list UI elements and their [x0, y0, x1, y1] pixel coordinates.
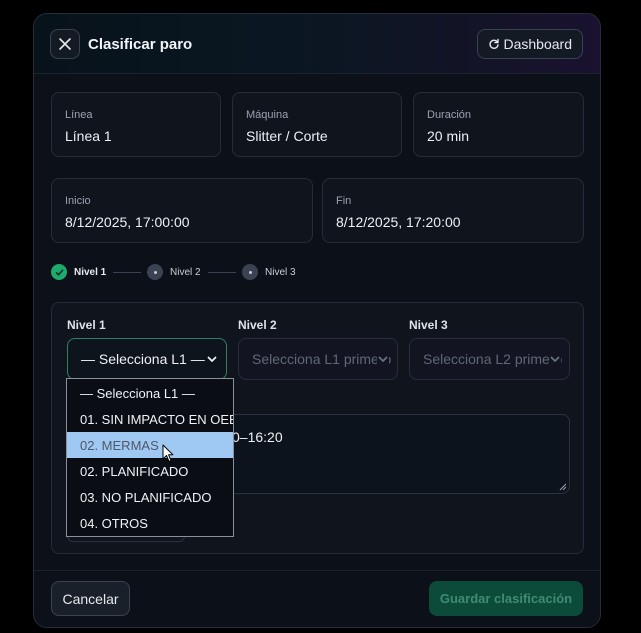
info-value: 20 min: [427, 128, 470, 144]
info-card-maquina: Máquina Slitter / Corte: [232, 92, 402, 157]
comment-text: 0–16:20: [232, 429, 283, 445]
info-value: Línea 1: [65, 128, 112, 144]
modal-header: Clasificar paro Dashboard: [34, 14, 600, 74]
step-2-label: Nivel 2: [170, 267, 201, 278]
level-1-select[interactable]: — Selecciona L1 —: [67, 338, 227, 380]
chevron-down-icon: [549, 353, 561, 365]
info-card-linea: Línea Línea 1: [51, 92, 221, 157]
modal-title: Clasificar paro: [88, 36, 193, 53]
step-3-indicator: [242, 264, 258, 280]
dropdown-option-hovered[interactable]: 02. MERMAS: [67, 432, 233, 458]
level-1-label: Nivel 1: [67, 318, 106, 332]
step-2-indicator: [147, 264, 163, 280]
info-label: Inicio: [65, 195, 91, 207]
info-label: Duración: [427, 109, 472, 121]
info-label: Línea: [65, 109, 93, 121]
step-3-label: Nivel 3: [265, 267, 296, 278]
mouse-cursor-icon: [162, 444, 174, 462]
cancel-button[interactable]: Cancelar: [51, 581, 130, 616]
save-classification-button[interactable]: Guardar clasificación: [429, 581, 583, 616]
check-icon: [55, 268, 63, 276]
info-value: 8/12/2025, 17:20:00: [336, 214, 461, 230]
dropdown-option[interactable]: 02. PLANIFICADO: [67, 458, 233, 484]
info-label: Máquina: [246, 109, 289, 121]
info-card-fin: Fin 8/12/2025, 17:20:00: [322, 178, 584, 243]
dropdown-option[interactable]: 01. SIN IMPACTO EN OEE: [67, 406, 233, 432]
refresh-icon: [488, 38, 499, 49]
chevron-down-icon: [207, 356, 217, 362]
dashboard-button-label: Dashboard: [503, 36, 573, 52]
dashboard-button[interactable]: Dashboard: [476, 29, 583, 59]
modal-footer: Cancelar Guardar clasificación: [34, 570, 600, 627]
level-1-dropdown-list[interactable]: — Selecciona L1 — 01. SIN IMPACTO EN OEE…: [66, 378, 234, 537]
level-2-select[interactable]: Selecciona L1 primero: [238, 338, 398, 380]
level-stepper: Nivel 1 Nivel 2 Nivel 3: [51, 264, 351, 280]
level-3-select[interactable]: Selecciona L2 primero: [409, 338, 570, 380]
close-icon: [59, 38, 71, 50]
level-3-label: Nivel 3: [409, 318, 448, 332]
dropdown-option[interactable]: — Selecciona L1 —: [67, 380, 233, 406]
step-1-label: Nivel 1: [74, 267, 107, 278]
info-label: Fin: [336, 195, 352, 207]
close-button[interactable]: [50, 29, 80, 59]
resize-grip-icon[interactable]: [559, 483, 567, 491]
step-connector: [113, 272, 141, 273]
level-2-select-placeholder: Selecciona L1 primero: [252, 351, 392, 367]
step-connector: [208, 272, 236, 273]
info-card-duracion: Duración 20 min: [413, 92, 584, 157]
info-card-inicio: Inicio 8/12/2025, 17:00:00: [51, 178, 313, 243]
level-1-select-value: — Selecciona L1 —: [81, 351, 205, 367]
level-3-select-placeholder: Selecciona L2 primero: [423, 351, 563, 367]
info-value: Slitter / Corte: [246, 128, 328, 144]
info-value: 8/12/2025, 17:00:00: [65, 214, 190, 230]
dropdown-option[interactable]: 03. NO PLANIFICADO: [67, 484, 233, 510]
dropdown-option[interactable]: 04. OTROS: [67, 510, 233, 536]
level-2-label: Nivel 2: [238, 318, 277, 332]
step-1-indicator: [51, 264, 67, 280]
chevron-down-icon: [377, 353, 389, 365]
